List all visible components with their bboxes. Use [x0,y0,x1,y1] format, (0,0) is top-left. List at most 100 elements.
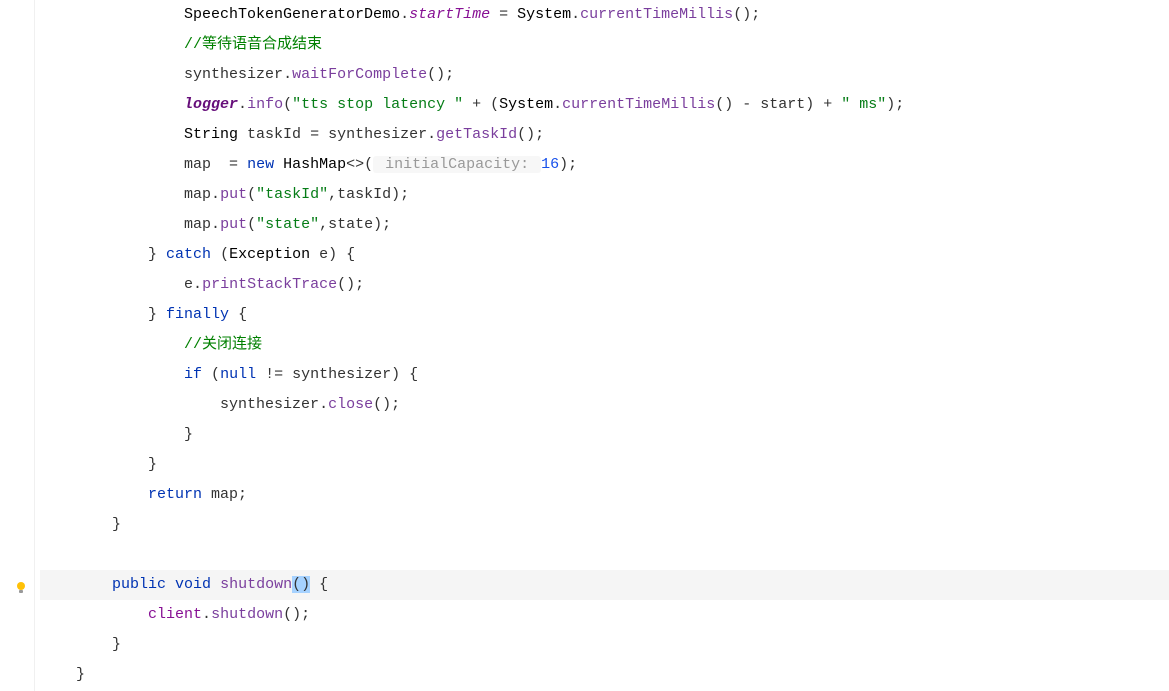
gutter-row [0,420,34,450]
token-method: shutdown [211,606,283,623]
token-punct: ( [247,186,256,203]
token-punct [211,576,220,593]
token-ident: map [184,156,211,173]
token-punct: ( [283,96,292,113]
token-punct: ) { [328,246,355,263]
token-punct: map; [202,486,247,503]
token-static-field: startTime [409,6,490,23]
code-line[interactable]: logger.info("tts stop latency " + (Syste… [40,90,1169,120]
code-line[interactable]: map.put("state",state); [40,210,1169,240]
code-line[interactable]: String taskId = synthesizer.getTaskId(); [40,120,1169,150]
token-type: String [184,126,247,143]
token-string: "state" [256,216,319,233]
gutter-row [0,600,34,630]
indent [40,456,148,473]
token-punct: } [184,426,193,443]
code-editor[interactable]: SpeechTokenGeneratorDemo.startTime = Sys… [0,0,1169,691]
token-number: 16 [541,156,559,173]
token-punct: (); [337,276,364,293]
token-punct: ( [211,246,229,263]
token-punct: (); [373,396,400,413]
gutter-row [0,360,34,390]
indent [40,186,184,203]
indent [40,36,184,53]
code-area[interactable]: SpeechTokenGeneratorDemo.startTime = Sys… [35,0,1169,691]
token-punct: . [319,396,328,413]
token-param-hint: initialCapacity: [373,156,541,173]
code-line[interactable]: } [40,510,1169,540]
token-punct: . [211,186,220,203]
token-punct: } [148,456,157,473]
token-punct: (); [733,6,760,23]
token-punct: , [319,216,328,233]
gutter-row [0,450,34,480]
token-punct: } [112,516,121,533]
token-comment: //关闭连接 [184,336,262,353]
code-line[interactable]: //等待语音合成结束 [40,30,1169,60]
token-ident: e [319,246,328,263]
token-comment: //等待语音合成结束 [184,36,322,53]
indent [40,366,184,383]
indent [40,6,184,23]
code-line[interactable]: synthesizer.waitForComplete(); [40,60,1169,90]
code-line[interactable]: //关闭连接 [40,330,1169,360]
code-line[interactable]: SpeechTokenGeneratorDemo.startTime = Sys… [40,0,1169,30]
token-method: currentTimeMillis [580,6,733,23]
indent [40,246,148,263]
indent [40,516,112,533]
code-line[interactable]: client.shutdown(); [40,600,1169,630]
token-type: Exception [229,246,319,263]
code-line[interactable]: public void shutdown() { [40,570,1169,600]
token-punct: } [112,636,121,653]
token-punct: = [301,126,328,143]
code-line[interactable]: } [40,630,1169,660]
token-keyword: return [148,486,202,503]
gutter-row [0,270,34,300]
token-punct: () [292,576,310,593]
token-punct: + ( [463,96,499,113]
indent [40,306,148,323]
token-punct: , [328,186,337,203]
token-punct: . [193,276,202,293]
token-method: waitForComplete [292,66,427,83]
token-punct: (); [283,606,310,623]
token-ident: map [184,216,211,233]
token-ident: state [328,216,373,233]
code-line[interactable]: map = new HashMap<>( initialCapacity: 16… [40,150,1169,180]
token-punct: ); [559,156,577,173]
token-field: client [148,606,202,623]
token-keyword: catch [166,246,211,263]
indent [40,126,184,143]
token-punct: (); [427,66,454,83]
token-method: put [220,186,247,203]
token-punct: = [211,156,247,173]
token-punct: { [229,306,247,323]
gutter-row [0,300,34,330]
token-punct: { [310,576,328,593]
gutter-row [0,630,34,660]
token-ident: synthesizer [292,366,391,383]
gutter-row [0,0,34,30]
token-punct: . [571,6,580,23]
token-method: printStackTrace [202,276,337,293]
code-line[interactable]: return map; [40,480,1169,510]
code-line[interactable] [40,540,1169,570]
gutter-row [0,480,34,510]
token-punct: . [283,66,292,83]
token-punct: ); [886,96,904,113]
code-line[interactable]: synthesizer.close(); [40,390,1169,420]
gutter-row [0,150,34,180]
code-line[interactable]: if (null != synthesizer) { [40,360,1169,390]
code-line[interactable]: map.put("taskId",taskId); [40,180,1169,210]
gutter-row [0,180,34,210]
gutter[interactable] [0,0,35,691]
code-line[interactable]: e.printStackTrace(); [40,270,1169,300]
code-line[interactable]: } [40,420,1169,450]
token-punct: ) + [805,96,841,113]
code-line[interactable]: } catch (Exception e) { [40,240,1169,270]
token-ident: start [760,96,805,113]
code-line[interactable]: } [40,660,1169,690]
code-line[interactable]: } [40,450,1169,480]
token-ident: synthesizer [220,396,319,413]
code-line[interactable]: } finally { [40,300,1169,330]
